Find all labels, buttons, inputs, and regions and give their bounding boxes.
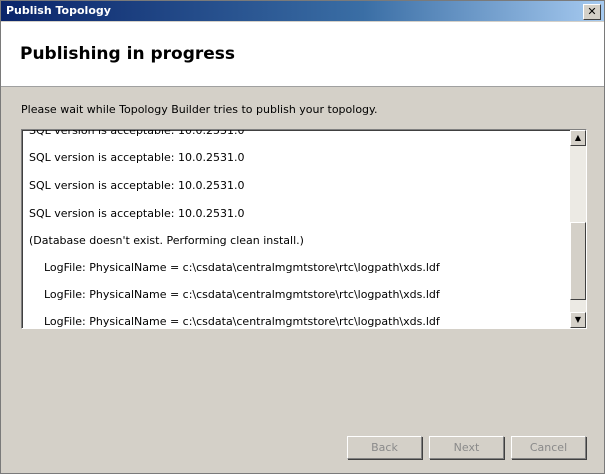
log-line: SQL version is acceptable: 10.0.2531.0 [29, 179, 245, 192]
log-line: SQL version is acceptable: 10.0.2531.0 [29, 151, 245, 164]
publish-topology-dialog: Publish Topology ✕ Publishing in progres… [0, 0, 605, 474]
description-text: Please wait while Topology Builder tries… [21, 103, 378, 116]
wizard-header: Publishing in progress [1, 22, 604, 87]
close-button[interactable]: ✕ [583, 4, 601, 20]
log-line: LogFile: PhysicalName = c:\csdata\centra… [44, 315, 440, 328]
log-line: LogFile: PhysicalName = c:\csdata\centra… [44, 288, 440, 301]
back-button[interactable]: Back [347, 436, 422, 459]
scroll-down-icon[interactable]: ▼ [570, 312, 586, 328]
cancel-button[interactable]: Cancel [511, 436, 586, 459]
log-line: (Database doesn't exist. Performing clea… [29, 234, 304, 247]
title-bar: Publish Topology ✕ [1, 1, 604, 21]
log-line: SQL version is acceptable: 10.0.2531.0 [29, 129, 245, 137]
window-title: Publish Topology [6, 4, 111, 17]
log-output-box[interactable]: SQL version is acceptable: 10.0.2531.0 S… [21, 129, 587, 329]
scroll-thumb[interactable] [570, 222, 586, 300]
next-button[interactable]: Next [429, 436, 504, 459]
scroll-up-icon[interactable]: ▲ [570, 130, 586, 146]
log-line: LogFile: PhysicalName = c:\csdata\centra… [44, 261, 440, 274]
log-line: SQL version is acceptable: 10.0.2531.0 [29, 207, 245, 220]
log-scrollbar[interactable]: ▲ ▼ [570, 130, 586, 328]
page-title: Publishing in progress [20, 44, 236, 64]
